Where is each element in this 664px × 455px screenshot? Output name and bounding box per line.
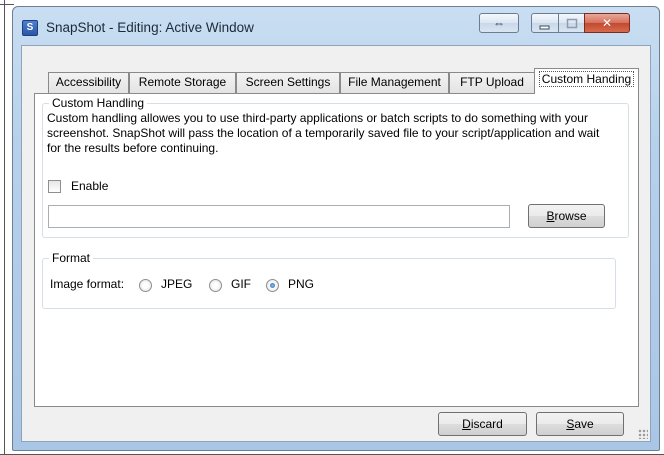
group-title: Custom Handling: [49, 96, 148, 110]
snapshot-window: S SnapShot - Editing: Active Window ⇔ ✕ …: [12, 6, 660, 451]
tab-label: Accessibility: [55, 75, 122, 89]
resize-grip[interactable]: [638, 429, 648, 439]
window-title: SnapShot - Editing: Active Window: [46, 20, 254, 35]
title-bar[interactable]: S SnapShot - Editing: Active Window ⇔ ✕: [13, 7, 659, 47]
image-format-label: Image format:: [50, 277, 125, 291]
app-icon: S: [22, 20, 38, 36]
tab-accessibility[interactable]: Accessibility: [48, 72, 129, 93]
browse-mnemonic: B: [546, 209, 555, 223]
tab-label: Remote Storage: [138, 75, 227, 89]
custom-handling-description: Custom handling allowes you to use third…: [47, 111, 600, 155]
group-title: Format: [49, 251, 94, 265]
tab-screen-settings[interactable]: Screen Settings: [236, 72, 340, 93]
tab-panel: Custom Handling Custom handling allowes …: [34, 93, 639, 407]
tab-label: Screen Settings: [245, 75, 331, 89]
tab-custom-handing[interactable]: Custom Handing: [534, 68, 639, 94]
discard-label: iscard: [470, 417, 503, 431]
radio-jpeg-label[interactable]: JPEG: [161, 277, 192, 291]
close-button[interactable]: ✕: [584, 13, 630, 33]
swap-icon: ⇔: [493, 16, 505, 30]
minimize-button[interactable]: [531, 13, 559, 33]
maximize-button[interactable]: [558, 13, 585, 33]
browse-button[interactable]: Browse: [528, 204, 605, 228]
maximize-icon: [566, 18, 577, 29]
minimize-icon: [539, 25, 550, 30]
radio-png-label[interactable]: PNG: [288, 277, 314, 291]
format-group: Format: [42, 251, 616, 309]
enable-checkbox[interactable]: [48, 180, 61, 193]
swap-window-button[interactable]: ⇔: [479, 13, 519, 33]
script-path-input[interactable]: [48, 205, 510, 228]
radio-jpeg[interactable]: [139, 279, 152, 292]
discard-mnemonic: D: [462, 417, 471, 431]
radio-gif[interactable]: [209, 279, 222, 292]
tab-label: Custom Handing: [538, 71, 635, 87]
enable-label[interactable]: Enable: [71, 179, 108, 193]
tab-label: FTP Upload: [460, 75, 524, 89]
tab-label: File Management: [348, 75, 441, 89]
discard-button[interactable]: Discard: [438, 412, 527, 436]
radio-gif-label[interactable]: GIF: [231, 277, 251, 291]
radio-png[interactable]: [266, 279, 279, 292]
frame-line-left: [4, 0, 5, 455]
close-icon: ✕: [601, 16, 613, 30]
tab-ftp-upload[interactable]: FTP Upload: [449, 72, 535, 93]
tab-file-management[interactable]: File Management: [340, 72, 449, 93]
browse-label: rowse: [554, 209, 587, 223]
tab-remote-storage[interactable]: Remote Storage: [129, 72, 236, 93]
dialog-client-area: Accessibility Remote Storage Screen Sett…: [21, 45, 651, 442]
save-label: ave: [574, 417, 594, 431]
save-button[interactable]: Save: [536, 412, 624, 436]
frame-line-top: [0, 4, 14, 5]
